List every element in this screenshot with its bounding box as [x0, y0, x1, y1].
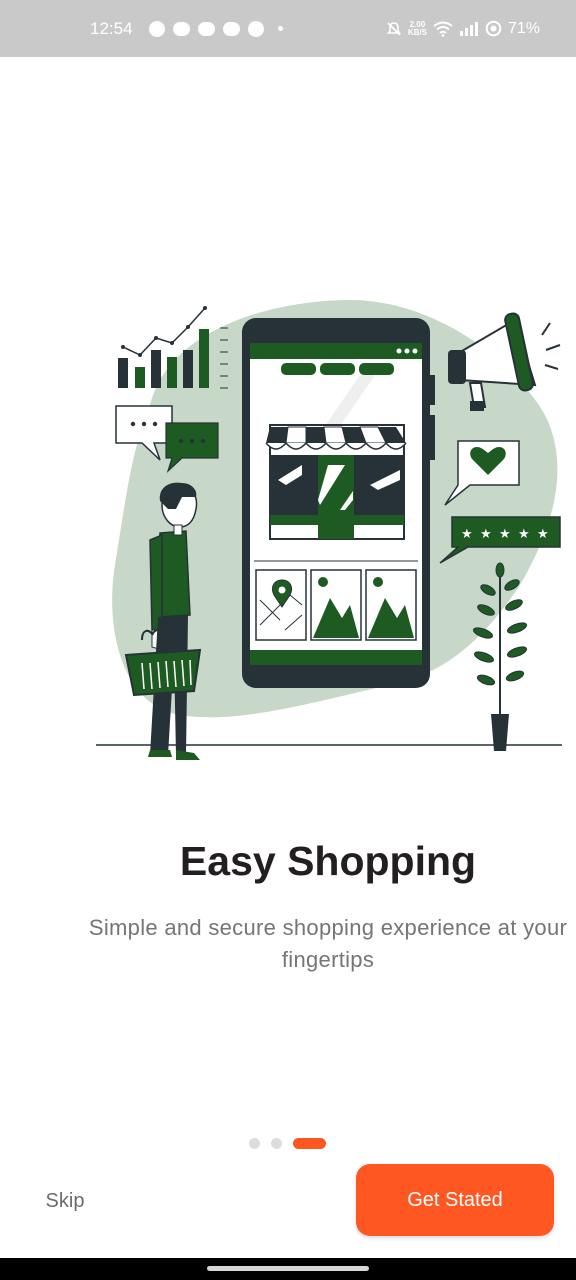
net-speed: 2.00 KB/S	[407, 20, 427, 37]
svg-text:★: ★	[461, 527, 473, 542]
status-time: 12:54	[90, 18, 133, 38]
get-started-button[interactable]: Get Stated	[356, 1164, 554, 1236]
wifi-icon	[433, 21, 453, 37]
svg-text:★: ★	[480, 527, 492, 542]
signal-icon	[459, 21, 478, 36]
page-dot-3-active[interactable]	[293, 1138, 326, 1149]
svg-text:★: ★	[518, 527, 530, 542]
home-gesture-handle[interactable]	[207, 1266, 369, 1271]
shopping-illustration: ★ ★ ★ ★ ★	[96, 300, 562, 760]
page-dot-1[interactable]	[249, 1138, 260, 1149]
battery-icon	[485, 20, 502, 37]
net-speed-unit: KB/S	[407, 27, 427, 37]
onboarding-title: Easy Shopping	[179, 838, 477, 884]
page-indicator	[249, 1138, 326, 1149]
svg-text:★: ★	[499, 527, 511, 542]
status-right: 2.00 KB/S 71%	[386, 20, 540, 38]
status-left: 12:54	[90, 19, 283, 39]
page-dot-2[interactable]	[271, 1138, 282, 1149]
messenger-icon	[172, 21, 190, 36]
battery-level: 71%	[507, 19, 540, 37]
skip-button[interactable]: Skip	[30, 1180, 100, 1222]
messenger-icon	[222, 21, 240, 36]
more-notifications-icon	[277, 26, 283, 31]
phone-graphic	[242, 318, 435, 688]
status-bar: 12:54 2.00 KB/S 71%	[0, 0, 576, 57]
onboarding-subtitle: Simple and secure shopping experience at…	[88, 915, 568, 972]
mute-icon	[386, 21, 401, 36]
svg-text:★: ★	[537, 527, 549, 542]
facebook-icon	[247, 20, 264, 37]
navigation-bar	[0, 1258, 576, 1280]
messenger-icon	[197, 21, 215, 36]
facebook-icon	[148, 20, 165, 37]
